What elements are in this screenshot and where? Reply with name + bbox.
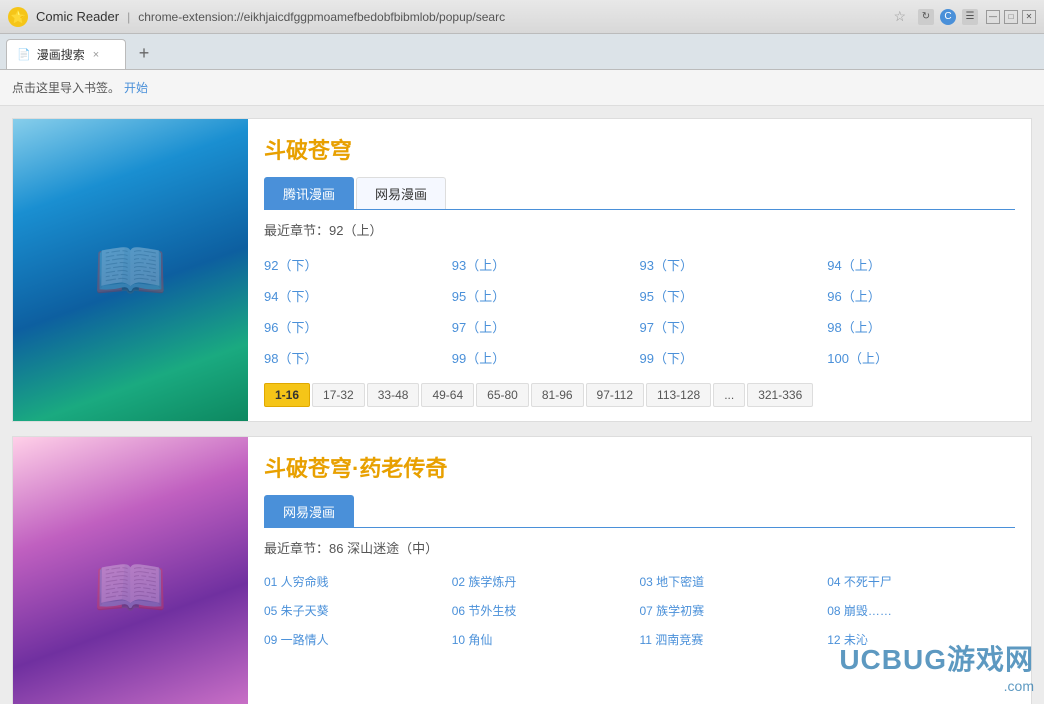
source-tab-netease-2[interactable]: 网易漫画	[264, 495, 354, 527]
chapter-item[interactable]: 96（上）	[827, 282, 1015, 309]
chapter-item[interactable]: 97（上）	[452, 313, 640, 340]
toolbar-text: 点击这里导入书签。	[12, 79, 120, 96]
comic-card-1: 📖 斗破苍穹 腾讯漫画 网易漫画 最近章节：92（上） 92（下） 93（上） …	[12, 118, 1032, 422]
named-chapter-item[interactable]: 01 人穷命贱	[264, 569, 452, 594]
page-btn-last[interactable]: 321-336	[747, 383, 813, 407]
page-btn-8[interactable]: 113-128	[646, 383, 711, 407]
browser-nav-controls: ↻ C ☰	[918, 9, 978, 25]
named-chapter-item[interactable]: 08 崩毁……	[827, 598, 1015, 623]
chapter-grid-2: 01 人穷命贱 02 族学炼丹 03 地下密道 04 不死干尸 05 朱子天葵 …	[264, 569, 1015, 652]
named-chapter-item[interactable]: 12 未沁	[827, 627, 1015, 652]
chapter-item[interactable]: 92（下）	[264, 251, 452, 278]
page-btn-3[interactable]: 33-48	[367, 383, 420, 407]
named-chapter-item[interactable]: 06 节外生枝	[452, 598, 640, 623]
page-btn-1[interactable]: 1-16	[264, 383, 310, 407]
comic-cover-2: 📖	[13, 437, 248, 704]
chapter-item[interactable]: 94（下）	[264, 282, 452, 309]
comic-info-2: 斗破苍穹·药老传奇 网易漫画 最近章节：86 深山迷途（中） 01 人穷命贱 0…	[248, 437, 1031, 704]
chapter-item[interactable]: 97（下）	[640, 313, 828, 340]
chapter-item[interactable]: 95（下）	[640, 282, 828, 309]
named-chapter-item[interactable]: 09 一路情人	[264, 627, 452, 652]
named-chapter-item[interactable]: 11 泗南竞赛	[640, 627, 828, 652]
source-tab-tencent[interactable]: 腾讯漫画	[264, 177, 354, 209]
tab-bar: 📄 漫画搜索 × +	[0, 34, 1044, 70]
source-tabs-1: 腾讯漫画 网易漫画	[264, 177, 1015, 210]
comic-info-1: 斗破苍穹 腾讯漫画 网易漫画 最近章节：92（上） 92（下） 93（上） 93…	[248, 119, 1031, 421]
chapter-item[interactable]: 99（下）	[640, 344, 828, 371]
chapter-grid-1: 92（下） 93（上） 93（下） 94（上） 94（下） 95（上） 95（下…	[264, 251, 1015, 371]
main-content: 📖 斗破苍穹 腾讯漫画 网易漫画 最近章节：92（上） 92（下） 93（上） …	[0, 106, 1044, 704]
settings-icon[interactable]: C	[940, 9, 956, 25]
page-btn-ellipsis[interactable]: ...	[713, 383, 745, 407]
chapter-item[interactable]: 93（下）	[640, 251, 828, 278]
named-chapter-item[interactable]: 03 地下密道	[640, 569, 828, 594]
new-tab-button[interactable]: +	[130, 39, 158, 67]
source-tabs-2: 网易漫画	[264, 495, 1015, 528]
latest-chapter-1: 最近章节：92（上）	[264, 220, 1015, 239]
named-chapter-item[interactable]: 10 角仙	[452, 627, 640, 652]
minimize-button[interactable]: —	[986, 10, 1000, 24]
tab-manga-search[interactable]: 📄 漫画搜索 ×	[6, 39, 126, 69]
page-btn-6[interactable]: 81-96	[531, 383, 584, 407]
page-btn-5[interactable]: 65-80	[476, 383, 529, 407]
comic-title-1[interactable]: 斗破苍穹	[264, 133, 1015, 165]
tab-label: 漫画搜索	[37, 46, 85, 63]
toolbar-start-link[interactable]: 开始	[124, 79, 148, 96]
window-controls: — □ ✕	[986, 10, 1036, 24]
page-btn-4[interactable]: 49-64	[421, 383, 474, 407]
chapter-item[interactable]: 98（下）	[264, 344, 452, 371]
comic-cover-1: 📖	[13, 119, 248, 421]
chapter-item[interactable]: 94（上）	[827, 251, 1015, 278]
menu-button[interactable]: ☰	[962, 9, 978, 25]
named-chapter-item[interactable]: 02 族学炼丹	[452, 569, 640, 594]
chapter-item[interactable]: 99（上）	[452, 344, 640, 371]
tab-page-icon: 📄	[17, 48, 31, 61]
page-btn-2[interactable]: 17-32	[312, 383, 365, 407]
maximize-button[interactable]: □	[1004, 10, 1018, 24]
reload-button[interactable]: ↻	[918, 9, 934, 25]
bookmark-star-icon[interactable]: ☆	[893, 8, 906, 25]
page-btn-7[interactable]: 97-112	[586, 383, 644, 407]
browser-logo: ⭐	[8, 7, 28, 27]
page-nav-1: 1-16 17-32 33-48 49-64 65-80 81-96 97-11…	[264, 383, 1015, 407]
latest-chapter-2: 最近章节：86 深山迷途（中）	[264, 538, 1015, 557]
named-chapter-item[interactable]: 05 朱子天葵	[264, 598, 452, 623]
browser-titlebar: ⭐ Comic Reader | chrome-extension://eikh…	[0, 0, 1044, 34]
browser-title-text: Comic Reader	[36, 9, 119, 24]
named-chapter-item[interactable]: 04 不死干尸	[827, 569, 1015, 594]
tab-close-button[interactable]: ×	[93, 49, 99, 61]
url-divider: |	[127, 10, 130, 24]
chapter-item[interactable]: 95（上）	[452, 282, 640, 309]
close-window-button[interactable]: ✕	[1022, 10, 1036, 24]
comic-card-2: 📖 斗破苍穹·药老传奇 网易漫画 最近章节：86 深山迷途（中） 01 人穷命贱…	[12, 436, 1032, 704]
chapter-item[interactable]: 96（下）	[264, 313, 452, 340]
toolbar: 点击这里导入书签。 开始	[0, 70, 1044, 106]
comic-title-2[interactable]: 斗破苍穹·药老传奇	[264, 451, 1015, 483]
chapter-item[interactable]: 100（上）	[827, 344, 1015, 371]
source-tab-netease[interactable]: 网易漫画	[356, 177, 446, 209]
browser-url-text: chrome-extension://eikhjaicdfggpmoamefbe…	[138, 10, 885, 24]
chapter-item[interactable]: 98（上）	[827, 313, 1015, 340]
named-chapter-item[interactable]: 07 族学初赛	[640, 598, 828, 623]
chapter-item[interactable]: 93（上）	[452, 251, 640, 278]
